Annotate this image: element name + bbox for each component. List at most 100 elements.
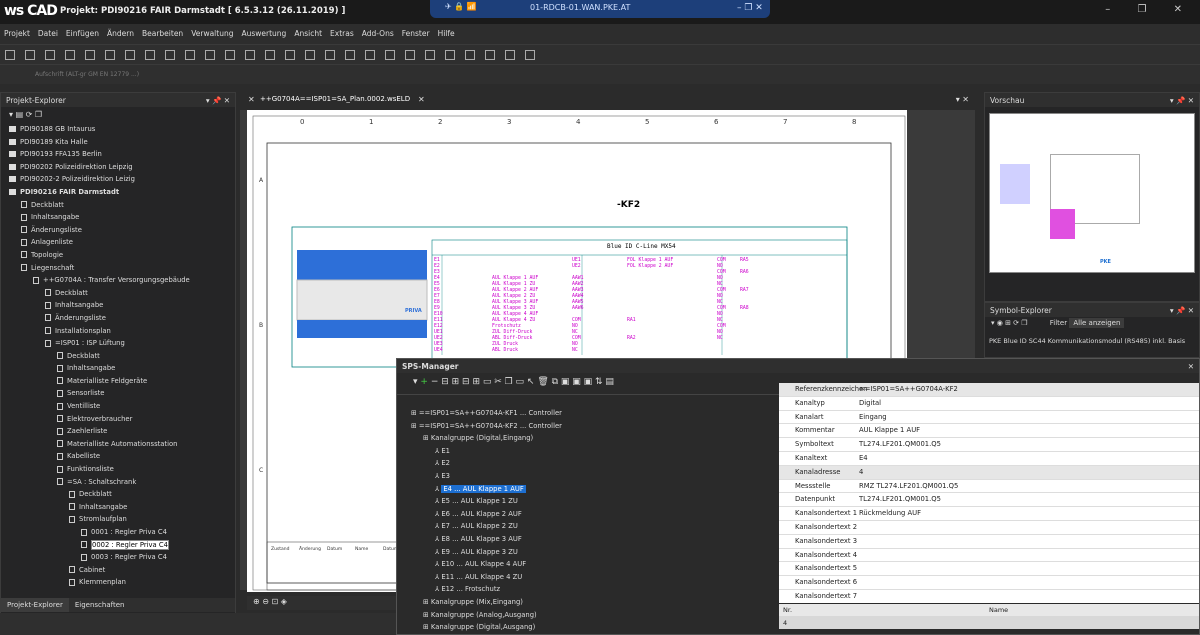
- print-icon[interactable]: [385, 50, 395, 60]
- redo-icon[interactable]: [205, 50, 215, 60]
- sps-tree-item[interactable]: ⊞ Kanalgruppe (Mix,Eingang): [411, 596, 776, 609]
- zoom-in-icon[interactable]: [285, 50, 295, 60]
- sps-bottom-row[interactable]: 4: [779, 616, 1199, 629]
- explorer-item[interactable]: Deckblatt: [9, 350, 235, 363]
- cut-icon[interactable]: [225, 50, 235, 60]
- explorer-item[interactable]: PDI90189 Kita Halle: [9, 136, 235, 149]
- save-icon[interactable]: [65, 50, 75, 60]
- explorer-item[interactable]: =ISP01 : ISP Lüftung: [9, 337, 235, 350]
- explorer-item[interactable]: Deckblatt: [9, 488, 235, 501]
- polygon-icon[interactable]: [525, 50, 535, 60]
- explorer-item[interactable]: Sensorliste: [9, 387, 235, 400]
- layers-icon[interactable]: [365, 50, 375, 60]
- expand-icon[interactable]: ⊞: [423, 623, 431, 631]
- property-row[interactable]: Kanalsondertext 6: [779, 576, 1199, 590]
- explorer-item[interactable]: Materialliste Automationsstation: [9, 438, 235, 451]
- expand-icon[interactable]: ⊞: [411, 422, 419, 430]
- new-icon[interactable]: [5, 50, 15, 60]
- property-row[interactable]: Kanalsondertext 4: [779, 549, 1199, 563]
- sps-tools[interactable]: ⊟ ⊞ ⊟ ⊞ ▭ ✂ ❐ ▭ ↖ 🗑 ⧉ ▣ ▣ ▣ ⇅ ▤: [441, 377, 614, 387]
- explorer-item[interactable]: Funktionsliste: [9, 463, 235, 476]
- explorer-item[interactable]: Anlagenliste: [9, 236, 235, 249]
- last-icon[interactable]: [165, 50, 175, 60]
- prev-icon[interactable]: [105, 50, 115, 60]
- expand-icon[interactable]: ⊞: [411, 409, 419, 417]
- explorer-item[interactable]: Cabinet: [9, 564, 235, 577]
- paste-icon[interactable]: [265, 50, 275, 60]
- explorer-item[interactable]: PDI90193 FFA135 Berlin: [9, 148, 235, 161]
- cursor-icon[interactable]: [425, 50, 435, 60]
- symbol-tools[interactable]: ▾ ◉ ⊞ ⟳ ❐: [991, 319, 1028, 327]
- layers-icon[interactable]: ◈: [281, 597, 287, 606]
- explorer-item[interactable]: Installationsplan: [9, 325, 235, 338]
- explorer-item[interactable]: Kabelliste: [9, 450, 235, 463]
- property-row[interactable]: Kanaltext E4: [779, 452, 1199, 466]
- menu-verwaltung[interactable]: Verwaltung: [187, 24, 237, 43]
- sps-tree-item[interactable]: ⅄ E7 ... AUL Klappe 2 ZU: [411, 520, 776, 533]
- tab-eigenschaften[interactable]: Eigenschaften: [69, 598, 131, 612]
- zoom-in-icon[interactable]: ⊕: [253, 597, 260, 606]
- open-icon[interactable]: [45, 50, 55, 60]
- properties-icon[interactable]: ▤: [16, 110, 24, 119]
- sps-close-icon[interactable]: ✕: [1188, 362, 1194, 371]
- symbol-item[interactable]: PKE Blue ID SC44 Kommunikationsmodul (RS…: [985, 333, 1199, 349]
- document-tab[interactable]: ++G0704A==ISP01=SA_Plan.0002.wsELD: [260, 95, 410, 103]
- property-row[interactable]: Kanaladresse 4: [779, 465, 1199, 480]
- remote-window-controls[interactable]: – ❐ ✕: [737, 3, 763, 13]
- explorer-item[interactable]: Deckblatt: [9, 287, 235, 300]
- explorer-item[interactable]: Änderungsliste: [9, 224, 235, 237]
- explorer-item[interactable]: Ventilliste: [9, 400, 235, 413]
- explorer-item[interactable]: Deckblatt: [9, 199, 235, 212]
- zoom-window-icon[interactable]: ⊡: [272, 597, 279, 606]
- expand-icon[interactable]: ⊞: [423, 598, 431, 606]
- copy-icon[interactable]: ❐: [35, 110, 42, 119]
- panel-controls[interactable]: ▾ 📌 ✕: [206, 96, 230, 105]
- expand-icon[interactable]: ⊞: [423, 611, 431, 619]
- arc-icon[interactable]: [505, 50, 515, 60]
- menu-extras[interactable]: Extras: [326, 24, 358, 43]
- menu-projekt[interactable]: Projekt: [0, 24, 34, 43]
- refresh-icon[interactable]: ⟳: [26, 110, 33, 119]
- sps-tree-item[interactable]: ⅄ E12 ... Frotschutz: [411, 583, 776, 596]
- window-controls[interactable]: – ❐ ✕: [1105, 4, 1194, 15]
- property-row[interactable]: Kanaltyp Digital: [779, 397, 1199, 411]
- menu-fenster[interactable]: Fenster: [398, 24, 434, 43]
- sps-tree-item[interactable]: ⅄ E1: [411, 445, 776, 458]
- line-icon[interactable]: [445, 50, 455, 60]
- sps-tree-item[interactable]: ⊞ ==ISP01=SA++G0704A-KF2 ... Controller: [411, 420, 776, 433]
- menu-addons[interactable]: Add-Ons: [358, 24, 398, 43]
- property-row[interactable]: Messstelle RMZ TL274.LF201.QM001.Q5: [779, 480, 1199, 494]
- explorer-item[interactable]: Inhaltsangabe: [9, 211, 235, 224]
- explorer-item[interactable]: =SA : Schaltschrank: [9, 476, 235, 489]
- explorer-item[interactable]: Klemmenplan: [9, 576, 235, 589]
- expand-icon[interactable]: ▾: [9, 110, 13, 119]
- explorer-item[interactable]: 0003 : Regler Priva C4: [9, 551, 235, 564]
- add-icon[interactable]: +: [420, 377, 428, 387]
- undo-icon[interactable]: [185, 50, 195, 60]
- menu-bearbeiten[interactable]: Bearbeiten: [138, 24, 187, 43]
- property-row[interactable]: Kanalsondertext 3: [779, 535, 1199, 549]
- dropdown-icon[interactable]: ▾: [413, 377, 418, 387]
- sps-tree-item[interactable]: ⅄ E4 ... AUL Klappe 1 AUF: [411, 483, 776, 496]
- sps-tree-item[interactable]: ⊞ ==ISP01=SA++G0704A-KF1 ... Controller: [411, 407, 776, 420]
- tab-close-icon[interactable]: ✕: [418, 95, 425, 104]
- sps-tree-item[interactable]: ⅄ E5 ... AUL Klappe 1 ZU: [411, 495, 776, 508]
- preview-controls[interactable]: ▾ 📌 ✕: [1170, 96, 1194, 105]
- new-page-icon[interactable]: [25, 50, 35, 60]
- symbol-explorer-controls[interactable]: ▾ 📌 ✕: [1170, 306, 1194, 315]
- zoom-out-icon[interactable]: [305, 50, 315, 60]
- sps-tree-item[interactable]: ⅄ E6 ... AUL Klappe 2 AUF: [411, 508, 776, 521]
- property-row[interactable]: Kanalsondertext 2: [779, 521, 1199, 535]
- sps-tree-item[interactable]: ⊞ Kanalgruppe (Analog,Ausgang): [411, 609, 776, 622]
- explorer-item[interactable]: Änderungsliste: [9, 312, 235, 325]
- explorer-item[interactable]: PDI90202-2 Polizeidirektion Leizig: [9, 173, 235, 186]
- menu-ansicht[interactable]: Ansicht: [290, 24, 326, 43]
- menu-auswertung[interactable]: Auswertung: [237, 24, 290, 43]
- sps-tree-item[interactable]: ⅄ E3: [411, 470, 776, 483]
- property-row[interactable]: Datenpunkt TL274.LF201.QM001.Q5: [779, 493, 1199, 508]
- explorer-item[interactable]: Inhaltsangabe: [9, 362, 235, 375]
- tab-projekt-explorer[interactable]: Projekt-Explorer: [1, 598, 69, 612]
- sps-tree-item[interactable]: ⅄ E2: [411, 457, 776, 470]
- copy-icon[interactable]: [245, 50, 255, 60]
- property-row[interactable]: Kommentar AUL Klappe 1 AUF: [779, 424, 1199, 439]
